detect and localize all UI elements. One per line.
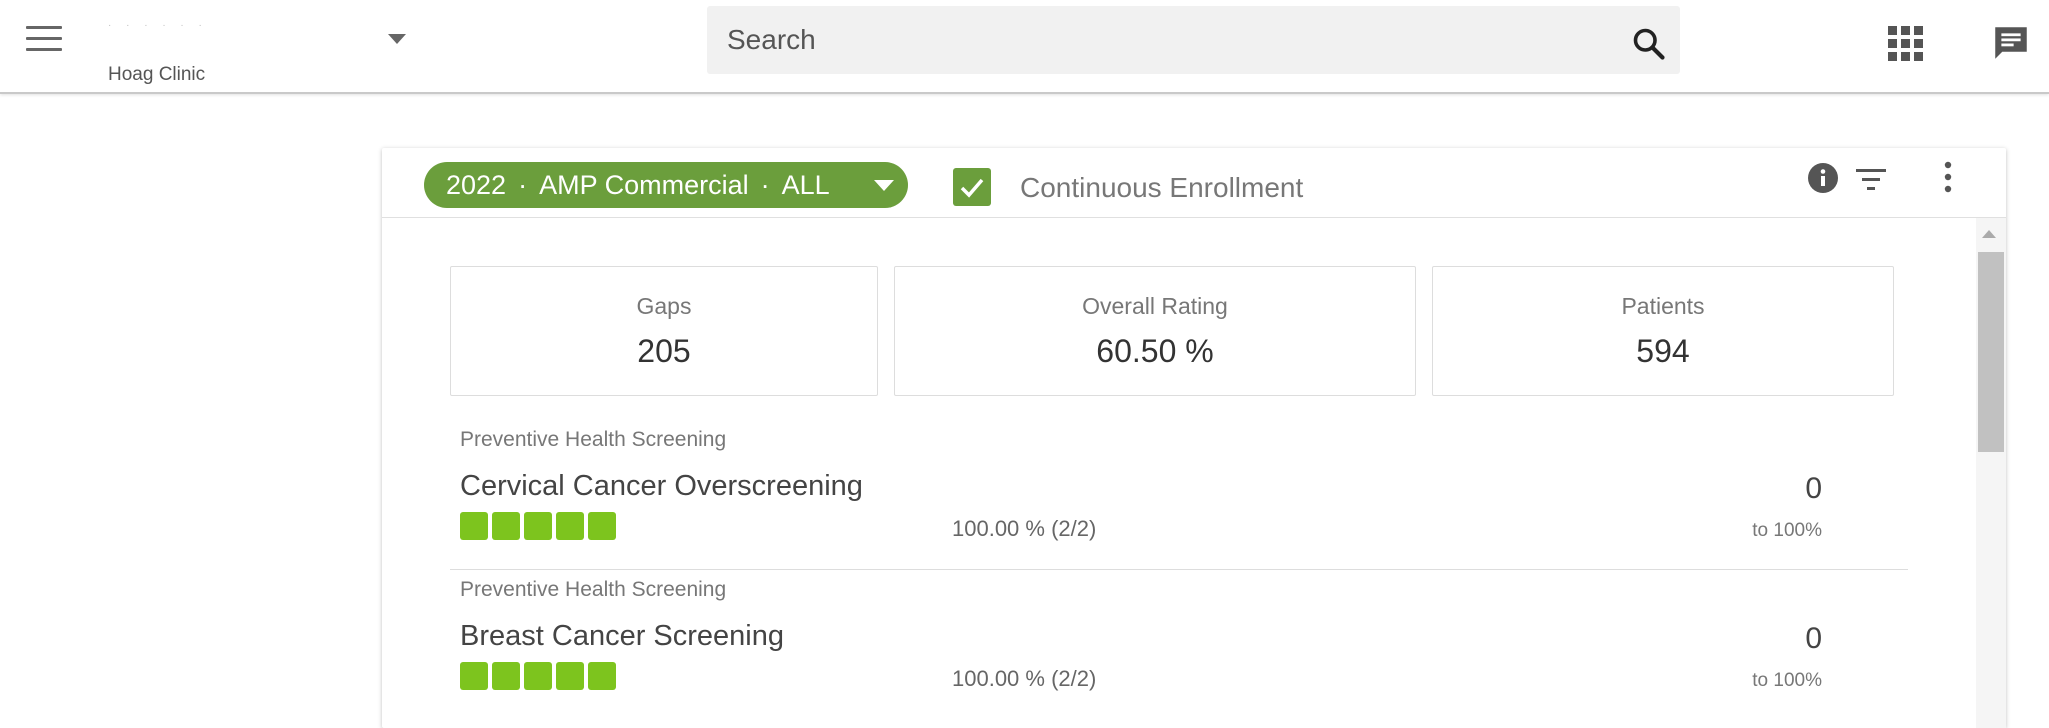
measure-category: Preventive Health Screening <box>460 428 727 451</box>
stat-value: 60.50 % <box>1096 333 1214 369</box>
organization-selector[interactable]: · · · · · · Hoag Clinic <box>108 12 418 85</box>
clinic-name: Hoag Clinic <box>108 64 206 85</box>
measure-percentage: 100.00 % (2/2) <box>952 516 1097 541</box>
stat-label: Overall Rating <box>1082 293 1228 319</box>
filter-plan: AMP Commercial <box>539 170 749 200</box>
patients-stat: Patients 594 <box>1432 266 1894 396</box>
search-bar <box>707 6 1680 74</box>
star-square <box>460 662 488 690</box>
filter-icon[interactable] <box>1856 166 1886 192</box>
measure-title[interactable]: Cervical Cancer Overscreening <box>460 470 863 503</box>
measure-target: to 100% <box>1752 670 1822 691</box>
filter-separator: · <box>760 170 770 200</box>
measure-title[interactable]: Breast Cancer Screening <box>460 620 784 653</box>
card-header: 2022 · AMP Commercial · ALL Continuous Enrol… <box>382 148 2006 218</box>
measure-gaps: 0 <box>1805 622 1822 655</box>
chat-icon[interactable] <box>1990 22 2032 64</box>
star-square <box>492 662 520 690</box>
star-square <box>588 662 616 690</box>
measure-category: Preventive Health Screening <box>460 578 727 601</box>
star-square <box>556 512 584 540</box>
measure-row[interactable]: Preventive Health Screening Breast Cance… <box>450 570 1908 720</box>
apps-grid-icon[interactable] <box>1888 26 1924 62</box>
chevron-down-icon <box>874 180 894 191</box>
continuous-enrollment-checkbox[interactable] <box>953 168 991 206</box>
info-icon[interactable] <box>1807 162 1839 194</box>
organization-name: · · · · · · <box>108 20 208 31</box>
chevron-down-icon[interactable] <box>388 34 406 44</box>
filter-separator: · <box>518 170 528 200</box>
measure-percentage: 100.00 % (2/2) <box>952 666 1097 691</box>
overall-rating-stat: Overall Rating 60.50 % <box>894 266 1416 396</box>
filter-year: 2022 <box>446 170 507 200</box>
star-square <box>460 512 488 540</box>
more-vert-icon[interactable] <box>1942 160 1954 194</box>
scroll-up-arrow-icon[interactable] <box>1982 230 1996 238</box>
star-square <box>524 662 552 690</box>
hamburger-menu-icon[interactable] <box>26 26 62 56</box>
continuous-enrollment-label: Continuous Enrollment <box>1020 172 1304 203</box>
star-square <box>492 512 520 540</box>
stat-label: Patients <box>1621 293 1705 319</box>
star-square <box>524 512 552 540</box>
star-square <box>556 662 584 690</box>
scrollbar-thumb[interactable] <box>1978 252 2004 452</box>
program-filter-dropdown[interactable]: 2022 · AMP Commercial · ALL <box>424 162 908 208</box>
filter-scope: ALL <box>781 170 830 200</box>
measure-row[interactable]: Preventive Health Screening Cervical Can… <box>450 420 1908 570</box>
stat-label: Gaps <box>636 293 692 319</box>
star-rating <box>460 662 620 692</box>
gaps-stat: Gaps 205 <box>450 266 878 396</box>
checkmark-icon <box>960 178 984 198</box>
stat-value: 205 <box>637 333 691 369</box>
quality-measures-card: 2022 · AMP Commercial · ALL Continuous Enrol… <box>382 148 2006 728</box>
search-input[interactable] <box>727 20 1587 60</box>
star-square <box>588 512 616 540</box>
measure-gaps: 0 <box>1805 472 1822 505</box>
top-app-bar: · · · · · · Hoag Clinic <box>0 0 2049 94</box>
stat-value: 594 <box>1636 333 1690 369</box>
star-rating <box>460 512 620 542</box>
search-icon[interactable] <box>1631 26 1667 62</box>
measure-target: to 100% <box>1752 520 1822 541</box>
